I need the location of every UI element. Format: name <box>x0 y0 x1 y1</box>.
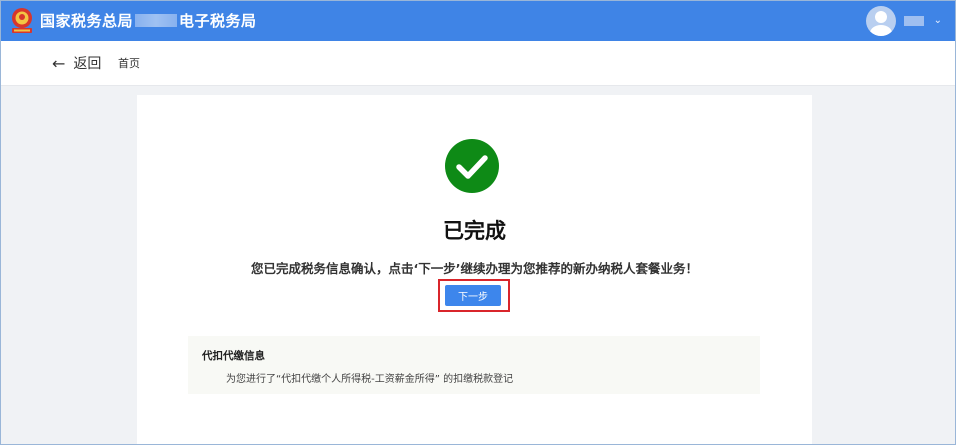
sub-navigation: ← 返回 首页 <box>0 41 956 86</box>
success-check-icon <box>445 139 499 193</box>
top-header-bar: 国家税务总局 电子税务局 ⌄ <box>0 0 956 41</box>
result-title: 已完成 <box>443 219 506 243</box>
user-avatar-icon[interactable] <box>865 5 896 36</box>
info-title: 代扣代缴信息 <box>202 350 265 362</box>
withholding-info-panel: 代扣代缴信息 为您进行了“代扣代缴个人所得税-工资薪金所得” 的扣缴税款登记 <box>188 336 760 394</box>
next-step-button[interactable]: 下一步 <box>445 285 501 306</box>
site-title-suffix: 电子税务局 <box>179 12 257 30</box>
national-emblem-icon <box>12 8 32 33</box>
info-text: 为您进行了“代扣代缴个人所得税-工资薪金所得” 的扣缴税款登记 <box>226 374 514 385</box>
user-menu[interactable]: ⌄ <box>865 0 942 41</box>
breadcrumb-home[interactable]: 首页 <box>118 41 140 85</box>
back-label: 返回 <box>73 56 102 72</box>
back-button[interactable]: ← 返回 <box>52 41 101 85</box>
site-title[interactable]: 国家税务总局 电子税务局 <box>40 0 257 41</box>
result-message: 您已完成税务信息确认，点击‘下一步’继续办理为您推荐的新办纳税人套餐业务！ <box>251 261 698 276</box>
redacted-user-name <box>903 15 924 26</box>
redacted-region <box>135 14 178 27</box>
chevron-down-icon[interactable]: ⌄ <box>934 15 942 26</box>
arrow-left-icon: ← <box>52 53 66 73</box>
result-card: 已完成 您已完成税务信息确认，点击‘下一步’继续办理为您推荐的新办纳税人套餐业务… <box>137 95 812 445</box>
site-title-prefix: 国家税务总局 <box>40 12 134 30</box>
